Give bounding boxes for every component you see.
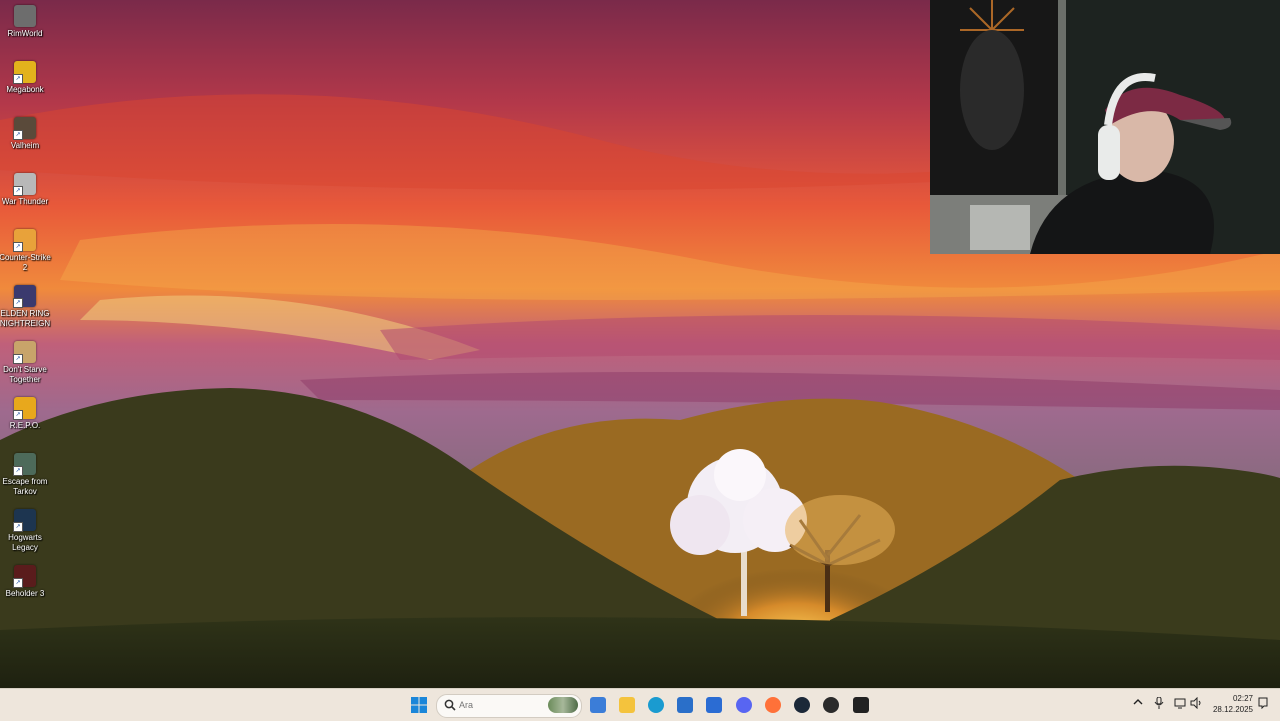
hogwarts-icon: ↗: [13, 509, 36, 532]
network-icon[interactable]: [1174, 697, 1186, 709]
file-explorer-button[interactable]: [616, 694, 638, 716]
volume-icon[interactable]: [1190, 697, 1202, 709]
start-button[interactable]: [408, 694, 430, 716]
shortcut-arrow-icon: ↗: [13, 130, 23, 140]
epic-games-button[interactable]: [850, 694, 872, 716]
notification-icon[interactable]: [1257, 697, 1269, 709]
counter-strike-icon: ↗: [13, 229, 36, 252]
desktop-shortcut-label: Valheim: [10, 141, 40, 150]
desktop-shortcut-label: R.E.P.O.: [9, 421, 41, 430]
system-clock[interactable]: 02:27 28.12.2025: [1205, 693, 1253, 715]
epic-games-icon: [853, 697, 869, 713]
steam-button[interactable]: [791, 694, 813, 716]
search-input[interactable]: [459, 698, 539, 712]
clock-date: 28.12.2025: [1212, 705, 1253, 714]
desktop-shortcut[interactable]: ↗ ELDEN RING NIGHTREIGN: [0, 285, 50, 329]
desktop-shortcut[interactable]: ↗ Don't Starve Together: [0, 341, 50, 385]
war-thunder-icon: ↗: [13, 173, 36, 196]
desktop-shortcut[interactable]: RimWorld: [0, 5, 50, 39]
webcam-overlay: [930, 0, 1280, 254]
firefox-button[interactable]: [762, 694, 784, 716]
clock-time: 02:27: [1232, 694, 1253, 703]
folder-icon: [619, 697, 635, 713]
windows-icon: [411, 697, 427, 713]
desktop-shortcut[interactable]: ↗ Valheim: [0, 117, 50, 151]
desktop-shortcut-label: Don't Starve Together: [3, 365, 47, 384]
edge-icon: [648, 697, 664, 713]
store-button[interactable]: [674, 694, 696, 716]
desktop-shortcut-label: ELDEN RING NIGHTREIGN: [0, 309, 51, 328]
store-icon: [677, 697, 693, 713]
shortcut-arrow-icon: ↗: [13, 578, 23, 588]
widgets-icon: [590, 697, 606, 713]
shortcut-arrow-icon: ↗: [13, 354, 23, 364]
megabonk-icon: ↗: [13, 61, 36, 84]
taskbar-search[interactable]: [436, 694, 582, 718]
rimworld-icon: [14, 5, 36, 27]
desktop-shortcut[interactable]: ↗ War Thunder: [0, 173, 50, 207]
desktop-shortcut[interactable]: ↗ Escape from Tarkov: [0, 453, 50, 497]
desktop-shortcut-label: Beholder 3: [5, 589, 45, 598]
search-highlight-icon: [548, 697, 578, 713]
desktop-shortcut-label: Escape from Tarkov: [2, 477, 48, 496]
desktop-shortcut-label: Hogwarts Legacy: [8, 533, 42, 552]
desktop-icon-area: RimWorld ↗ Megabonk ↗ Valheim ↗ War Thunder ↗ Co…: [0, 0, 51, 688]
elden-ring-icon: ↗: [13, 285, 36, 308]
desktop-shortcut-label: RimWorld: [7, 29, 43, 38]
widgets-button[interactable]: [587, 694, 609, 716]
shortcut-arrow-icon: ↗: [13, 410, 23, 420]
shortcut-arrow-icon: ↗: [13, 74, 23, 84]
tarkov-icon: ↗: [13, 453, 36, 476]
outlook-icon: [706, 697, 722, 713]
desktop-shortcut[interactable]: ↗ Hogwarts Legacy: [0, 509, 50, 553]
shortcut-arrow-icon: ↗: [13, 298, 23, 308]
shortcut-arrow-icon: ↗: [13, 242, 23, 252]
outlook-button[interactable]: [703, 694, 725, 716]
shortcut-arrow-icon: ↗: [13, 522, 23, 532]
desktop-shortcut[interactable]: ↗ Beholder 3: [0, 565, 50, 599]
microphone-icon[interactable]: [1154, 697, 1164, 709]
obs-icon: [823, 697, 839, 713]
desktop-shortcut-label: Megabonk: [6, 85, 44, 94]
firefox-icon: [765, 697, 781, 713]
obs-button[interactable]: [820, 694, 842, 716]
desktop-shortcut-label: War Thunder: [1, 197, 49, 206]
shortcut-arrow-icon: ↗: [13, 186, 23, 196]
chevron-up-icon[interactable]: [1133, 697, 1143, 707]
dont-starve-icon: ↗: [13, 341, 36, 364]
repo-icon: ↗: [13, 397, 36, 420]
desktop-shortcut-label: Counter-Strike 2: [0, 253, 51, 272]
desktop-shortcut[interactable]: ↗ Megabonk: [0, 61, 50, 95]
discord-button[interactable]: [733, 694, 755, 716]
desktop-shortcut[interactable]: ↗ Counter-Strike 2: [0, 229, 51, 273]
shortcut-arrow-icon: ↗: [13, 466, 23, 476]
taskbar: 02:27 28.12.2025: [0, 688, 1280, 721]
search-icon: [444, 699, 456, 711]
steam-icon: [794, 697, 810, 713]
edge-button[interactable]: [645, 694, 667, 716]
desktop-shortcut[interactable]: ↗ R.E.P.O.: [0, 397, 50, 431]
beholder-icon: ↗: [13, 565, 36, 588]
discord-icon: [736, 697, 752, 713]
valheim-icon: ↗: [13, 117, 36, 140]
